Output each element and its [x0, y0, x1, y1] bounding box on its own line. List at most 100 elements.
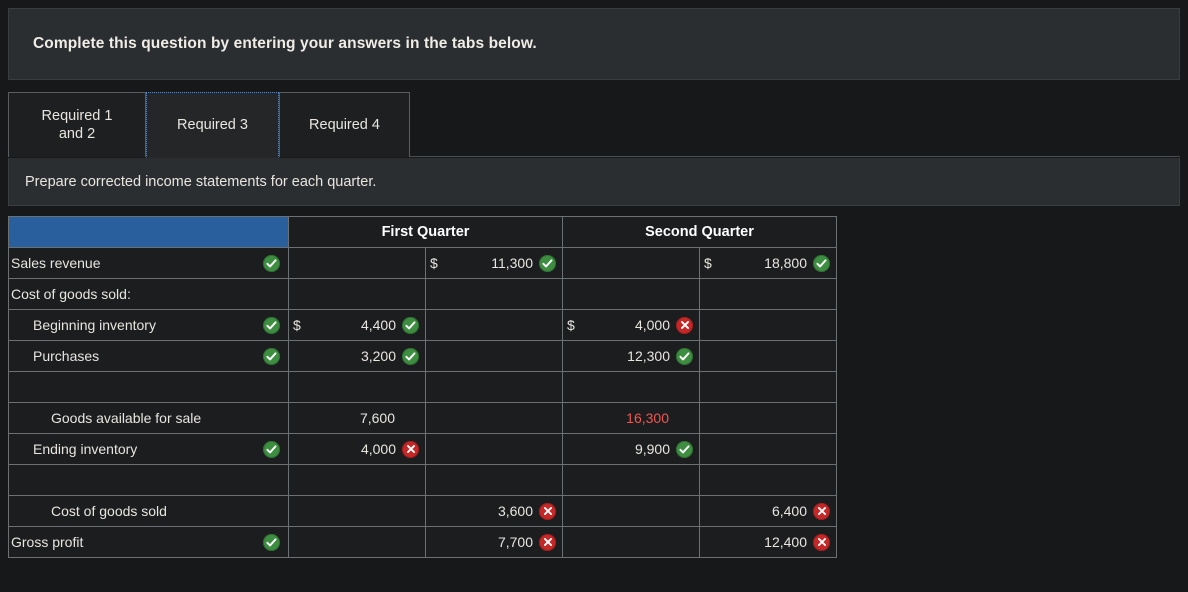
tab-label: Required 4 — [309, 116, 380, 133]
cell-q1-right[interactable]: $11,300 — [425, 247, 563, 279]
table-row: Sales revenue $11,300 $18,800 — [8, 247, 837, 279]
row-label-cell[interactable] — [8, 371, 289, 403]
cell-q2-right[interactable]: 12,400 — [699, 526, 837, 558]
cell-q2-right[interactable] — [699, 433, 837, 465]
cell-q1-left[interactable]: $4,400 — [288, 309, 426, 341]
cell-q1-left[interactable] — [288, 526, 426, 558]
cell-value: 12,300 — [627, 348, 670, 364]
row-label: Ending inventory — [33, 441, 138, 457]
cell-value: 12,400 — [764, 534, 807, 550]
sub-instruction-bar: Prepare corrected income statements for … — [8, 158, 1180, 206]
row-label: Sales revenue — [11, 255, 101, 271]
cell-value: 11,300 — [491, 255, 533, 271]
cell-value: 4,000 — [360, 441, 396, 457]
check-icon — [676, 347, 693, 365]
row-label: Gross profit — [11, 534, 84, 550]
cell-q2-right[interactable] — [699, 402, 837, 434]
cell-q2-left[interactable] — [562, 495, 700, 527]
cell-q1-left[interactable]: 7,600 — [288, 402, 426, 434]
cell-q2-left[interactable] — [562, 526, 700, 558]
row-label: Cost of goods sold: — [11, 286, 131, 302]
cell-q2-left[interactable]: 16,300 — [562, 402, 700, 434]
cell-q2-right[interactable] — [699, 278, 837, 310]
table-head: First Quarter Second Quarter — [8, 216, 837, 248]
cell-q1-left[interactable]: 4,000 — [288, 433, 426, 465]
table-header-row: First Quarter Second Quarter — [8, 216, 837, 248]
tab-required-1-and-2[interactable]: Required 1 and 2 — [8, 92, 146, 157]
tab-label: Required 1 and 2 — [41, 107, 113, 142]
cell-value: 16,300 — [626, 410, 669, 426]
row-label-cell[interactable]: Gross profit — [8, 526, 289, 558]
cell-q1-right[interactable] — [425, 402, 563, 434]
cell-value: 3,200 — [360, 348, 396, 364]
cell-q1-left[interactable] — [288, 278, 426, 310]
check-icon — [263, 254, 280, 272]
cell-q2-left[interactable] — [562, 247, 700, 279]
currency-symbol: $ — [567, 317, 575, 333]
check-icon — [263, 440, 280, 458]
tab-list: Required 1 and 2 Required 3 Required 4 — [8, 89, 410, 158]
check-icon — [676, 440, 693, 458]
cell-value: 4,000 — [634, 317, 670, 333]
table-row: Gross profit 7,700 12,400 — [8, 526, 837, 558]
cell-q2-left[interactable] — [562, 371, 700, 403]
row-label-cell[interactable]: Purchases — [8, 340, 289, 372]
row-label: Purchases — [33, 348, 100, 364]
cell-q1-left[interactable] — [288, 371, 426, 403]
cell-q2-left[interactable] — [562, 464, 700, 496]
cell-q2-left[interactable]: $4,000 — [562, 309, 700, 341]
cell-q1-right[interactable]: 3,600 — [425, 495, 563, 527]
cell-q1-right[interactable] — [425, 371, 563, 403]
cell-q2-right[interactable] — [699, 309, 837, 341]
cell-q2-left[interactable]: 12,300 — [562, 340, 700, 372]
cell-q1-right[interactable]: 7,700 — [425, 526, 563, 558]
cell-q1-right[interactable] — [425, 309, 563, 341]
cell-q1-left[interactable] — [288, 464, 426, 496]
cell-q1-right[interactable] — [425, 278, 563, 310]
table-body: Sales revenue $11,300 $18,800 Cost of goods… — [8, 247, 837, 558]
cell-q2-left[interactable]: 9,900 — [562, 433, 700, 465]
table-row — [8, 371, 837, 403]
row-label-cell[interactable]: Sales revenue — [8, 247, 289, 279]
currency-symbol: $ — [430, 255, 438, 271]
cell-q1-left[interactable]: 3,200 — [288, 340, 426, 372]
currency-symbol: $ — [293, 317, 301, 333]
cross-icon — [813, 502, 830, 520]
cell-q2-right[interactable] — [699, 371, 837, 403]
column-header-second-quarter: Second Quarter — [562, 216, 837, 248]
cell-q1-right[interactable] — [425, 464, 563, 496]
tab-required-3[interactable]: Required 3 — [146, 92, 279, 158]
column-header-blank — [8, 216, 289, 248]
cell-q2-right[interactable]: 6,400 — [699, 495, 837, 527]
check-icon — [402, 316, 419, 334]
instruction-banner: Complete this question by entering your … — [8, 8, 1180, 80]
cross-icon — [539, 502, 556, 520]
cell-q1-right[interactable] — [425, 433, 563, 465]
sub-instruction-text: Prepare corrected income statements for … — [25, 173, 377, 190]
cell-q1-right[interactable] — [425, 340, 563, 372]
cell-value: 9,900 — [634, 441, 670, 457]
row-label-cell[interactable]: Goods available for sale — [8, 402, 289, 434]
column-header-first-quarter: First Quarter — [288, 216, 563, 248]
cell-q2-right[interactable] — [699, 340, 837, 372]
cell-value: 7,600 — [359, 410, 395, 426]
row-label-cell[interactable]: Cost of goods sold — [8, 495, 289, 527]
cell-q2-right[interactable]: $18,800 — [699, 247, 837, 279]
row-label: Goods available for sale — [51, 410, 202, 426]
check-icon — [263, 347, 280, 365]
cross-icon — [539, 533, 556, 551]
row-label-cell[interactable]: Beginning inventory — [8, 309, 289, 341]
table-row: Cost of goods sold 3,600 6,400 — [8, 495, 837, 527]
row-label-cell[interactable]: Cost of goods sold: — [8, 278, 289, 310]
cross-icon — [813, 533, 830, 551]
cell-q1-left[interactable] — [288, 247, 426, 279]
tab-required-4[interactable]: Required 4 — [279, 92, 410, 157]
cell-q2-right[interactable] — [699, 464, 837, 496]
row-label-cell[interactable]: Ending inventory — [8, 433, 289, 465]
instruction-banner-text: Complete this question by entering your … — [33, 35, 537, 52]
cell-q2-left[interactable] — [562, 278, 700, 310]
cross-icon — [402, 440, 419, 458]
tab-label: Required 3 — [177, 116, 248, 133]
cell-q1-left[interactable] — [288, 495, 426, 527]
row-label-cell[interactable] — [8, 464, 289, 496]
